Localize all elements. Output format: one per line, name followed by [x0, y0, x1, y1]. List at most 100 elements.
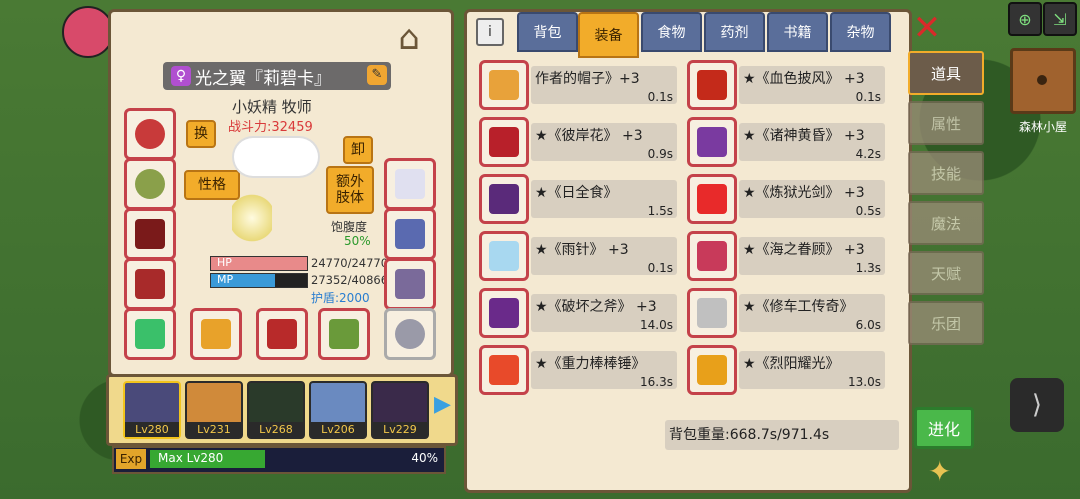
tab-1[interactable]: 装备	[578, 12, 639, 58]
item-time: 0.1s	[855, 90, 881, 104]
extra-limb-button[interactable]: 额外 肢体	[326, 166, 374, 214]
item-time: 13.0s	[848, 375, 881, 389]
necklace-icon	[135, 169, 165, 199]
combat-power: 战斗力:32459	[228, 120, 313, 135]
helmet-icon	[135, 119, 165, 149]
party-member[interactable]: Lv231	[185, 381, 243, 439]
side-tab-1[interactable]: 属性	[908, 101, 984, 145]
item-time: 4.2s	[855, 147, 881, 161]
inventory-item[interactable]: ★《海之眷顾》 +3 1.3s	[687, 231, 885, 281]
item-name: ★《海之眷顾》 +3	[743, 242, 865, 258]
minimap-location[interactable]: 森林小屋	[1006, 42, 1080, 142]
mp-bar: MP	[210, 273, 308, 288]
wardrobe-hanger-icon[interactable]: ⌂	[378, 18, 440, 62]
slot-shield[interactable]	[256, 308, 308, 360]
tab-2[interactable]: 食物	[641, 12, 702, 52]
item-time: 1.5s	[647, 204, 673, 218]
boots-icon	[395, 269, 425, 299]
shield-icon	[267, 319, 297, 349]
party-member[interactable]: Lv280	[123, 381, 181, 439]
tab-0[interactable]: 背包	[517, 12, 578, 52]
slot-weapon[interactable]	[190, 308, 242, 360]
edit-name-icon[interactable]: ✎	[367, 65, 387, 85]
item-icon	[479, 345, 529, 395]
side-tab-5[interactable]: 乐团	[908, 301, 984, 345]
inventory-item[interactable]: ★《血色披风》 +3 0.1s	[687, 60, 885, 110]
item-name: ★《诸神黄昏》 +3	[743, 128, 865, 144]
ring-icon	[135, 319, 165, 349]
slot-accessory[interactable]	[384, 308, 436, 360]
exit-icon[interactable]: ⇲	[1043, 2, 1077, 36]
tab-5[interactable]: 杂物	[830, 12, 891, 52]
item-info: ★《修车工传奇》 6.0s	[739, 294, 885, 332]
unequip-button[interactable]: 卸	[343, 136, 373, 164]
item-icon	[479, 60, 529, 110]
item-info: ★《炼狱光剑》 +3 0.5s	[739, 180, 885, 218]
inventory-item[interactable]: ★《诸神黄昏》 +3 4.2s	[687, 117, 885, 167]
character-name: 光之翼『莉碧卡』	[195, 68, 331, 89]
item-info: ★《日全食》 1.5s	[531, 180, 677, 218]
slot-armor[interactable]	[124, 258, 176, 310]
slot-gloves[interactable]	[384, 158, 436, 210]
item-name: ★《彼岸花》 +3	[535, 128, 643, 144]
slot-boots[interactable]	[384, 258, 436, 310]
belt-icon	[395, 219, 425, 249]
item-time: 0.5s	[855, 204, 881, 218]
side-tab-4[interactable]: 天赋	[908, 251, 984, 295]
info-icon[interactable]: i	[476, 18, 504, 46]
side-tab-0[interactable]: 道具	[908, 51, 984, 95]
inventory-item[interactable]: 作者的帽子》+3 0.1s	[479, 60, 677, 110]
side-tab-3[interactable]: 魔法	[908, 201, 984, 245]
inventory-item[interactable]: ★《日全食》 1.5s	[479, 174, 677, 224]
character-sprite[interactable]	[232, 192, 272, 244]
item-icon	[479, 288, 529, 338]
slot-necklace[interactable]	[124, 158, 176, 210]
item-time: 0.9s	[647, 147, 673, 161]
satiety-value: 50%	[344, 234, 371, 248]
tab-4[interactable]: 书籍	[767, 12, 828, 52]
item-time: 14.0s	[640, 318, 673, 332]
item-time: 6.0s	[855, 318, 881, 332]
slot-cloak[interactable]	[124, 208, 176, 260]
side-tab-2[interactable]: 技能	[908, 151, 984, 195]
bag-weight: 背包重量:668.7s/971.4s	[665, 420, 899, 450]
party-member[interactable]: Lv229	[371, 381, 429, 439]
slot-head[interactable]	[124, 108, 176, 160]
slot-offhand[interactable]	[318, 308, 370, 360]
slot-ring[interactable]	[124, 308, 176, 360]
inventory-item[interactable]: ★《修车工传奇》 6.0s	[687, 288, 885, 338]
item-info: ★《血色披风》 +3 0.1s	[739, 66, 885, 104]
item-name: ★《破坏之斧》 +3	[535, 299, 657, 315]
exp-text: Max Lv280	[158, 451, 224, 465]
network-icon[interactable]: ⊕	[1008, 2, 1042, 36]
evolve-button[interactable]: 进化	[914, 407, 974, 449]
member-level: Lv268	[249, 422, 303, 437]
item-icon	[479, 231, 529, 281]
party-member[interactable]: Lv268	[247, 381, 305, 439]
party-member[interactable]: Lv206	[309, 381, 367, 439]
item-time: 1.3s	[855, 261, 881, 275]
bow-skill-icon[interactable]: ⟩	[1010, 378, 1064, 432]
slot-belt[interactable]	[384, 208, 436, 260]
hp-value: 24770/24770	[311, 256, 389, 270]
item-name: ★《重力棒棒锤》	[535, 356, 646, 372]
item-info: ★《诸神黄昏》 +3 4.2s	[739, 123, 885, 161]
inventory-item[interactable]: ★《炼狱光剑》 +3 0.5s	[687, 174, 885, 224]
player-avatar[interactable]	[62, 6, 114, 58]
hp-label: HP	[217, 256, 232, 269]
inventory-item[interactable]: ★《彼岸花》 +3 0.9s	[479, 117, 677, 167]
close-icon[interactable]: ✕	[911, 11, 943, 45]
inventory-item[interactable]: ★《雨针》 +3 0.1s	[479, 231, 677, 281]
hp-bar: HP	[210, 256, 308, 271]
mp-value: 27352/40866	[311, 273, 389, 287]
swap-button[interactable]: 换	[186, 120, 216, 148]
tab-3[interactable]: 药剂	[704, 12, 765, 52]
inventory-item[interactable]: ★《破坏之斧》 +3 14.0s	[479, 288, 677, 338]
item-icon	[479, 117, 529, 167]
item-name: ★《炼狱光剑》 +3	[743, 185, 865, 201]
inventory-item[interactable]: ★《烈阳耀光》 13.0s	[687, 345, 885, 395]
inventory-item[interactable]: ★《重力棒棒锤》 16.3s	[479, 345, 677, 395]
party-next-arrow-icon[interactable]: ▶	[434, 392, 451, 417]
item-info: 作者的帽子》+3 0.1s	[531, 66, 677, 104]
item-info: ★《烈阳耀光》 13.0s	[739, 351, 885, 389]
